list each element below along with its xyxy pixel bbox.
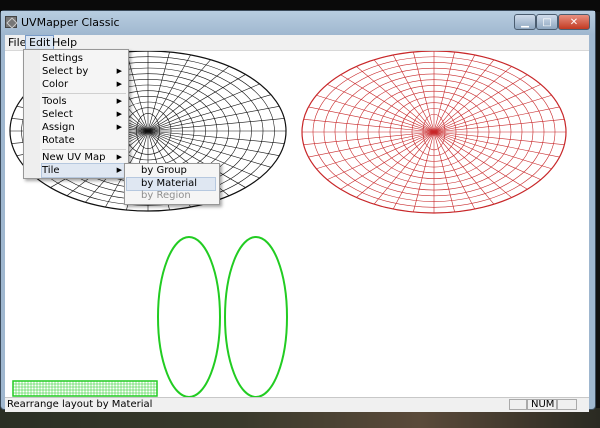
menu-item-label: Settings <box>42 53 84 64</box>
menu-item-label: Assign <box>42 122 75 133</box>
mesh-spoke <box>373 131 435 205</box>
submenu-arrow-icon: ▶ <box>116 97 122 105</box>
menu-item-tools[interactable]: Tools ▶ <box>42 95 126 108</box>
mesh-spoke <box>327 131 435 180</box>
num-lock-indicator: NUM <box>527 399 557 410</box>
status-cell <box>509 399 527 410</box>
submenu-item-by-group[interactable]: by Group <box>141 165 217 177</box>
maximize-button[interactable]: □ <box>536 14 558 30</box>
mesh-spoke <box>433 54 476 133</box>
mesh-spoke <box>433 66 512 133</box>
mesh-spoke <box>147 74 246 132</box>
mesh-spoke <box>433 84 541 133</box>
minimize-button[interactable]: ▁ <box>514 14 536 30</box>
mesh-spoke <box>433 131 528 190</box>
app-icon[interactable] <box>5 16 17 28</box>
mesh-spoke <box>433 131 512 198</box>
minimize-icon: ▁ <box>521 16 529 28</box>
menu-item-label: Color <box>42 79 69 90</box>
mesh-spoke <box>433 59 495 133</box>
status-text: Rearrange layout by Material <box>7 399 153 410</box>
mesh-spoke <box>327 84 435 133</box>
menu-item-label: Select by <box>42 66 89 77</box>
submenu-item-by-region: by Region <box>141 190 191 201</box>
menu-item-label: New UV Map <box>42 152 106 163</box>
menu-item-label: Tools <box>42 96 67 107</box>
menu-item-select[interactable]: Select ▶ <box>42 108 126 121</box>
maximize-icon: □ <box>542 16 552 28</box>
submenu-arrow-icon: ▶ <box>116 110 122 118</box>
mesh-spoke <box>147 83 260 132</box>
green-ellipse <box>157 236 221 397</box>
window-title: UVMapper Classic <box>21 16 120 29</box>
mesh-spoke <box>433 131 495 205</box>
status-bar: Rearrange layout by Material NUM <box>5 397 589 412</box>
mesh-spoke <box>433 131 541 180</box>
mesh-spoke <box>433 74 528 133</box>
menu-item-new-uv-map[interactable]: New UV Map ▶ <box>42 151 126 164</box>
mesh-spoke <box>392 131 435 210</box>
menu-item-label: Rotate <box>42 135 75 146</box>
menu-help[interactable]: Help <box>49 35 80 50</box>
mesh-spoke <box>356 66 435 133</box>
mesh-spoke <box>340 74 435 133</box>
title-bar[interactable]: UVMapper Classic ▁ □ ✕ <box>1 11 595 35</box>
edit-menu-dropdown: Settings Select by ▶ Color ▶ Tools ▶ Select… <box>23 49 129 179</box>
mesh-spoke <box>147 54 191 132</box>
mesh-spoke <box>340 131 435 190</box>
menu-item-settings[interactable]: Settings <box>42 52 126 65</box>
menu-item-label: Tile <box>42 165 60 176</box>
menu-item-color[interactable]: Color ▶ <box>42 78 126 91</box>
green-uv-shapes <box>12 236 288 397</box>
menu-item-tile[interactable]: Tile ▶ <box>41 163 127 178</box>
close-button[interactable]: ✕ <box>558 14 590 30</box>
menu-separator <box>42 93 126 94</box>
menu-item-rotate[interactable]: Rotate <box>42 134 126 147</box>
submenu-arrow-icon: ▶ <box>116 80 122 88</box>
menu-icon-strip <box>24 50 40 178</box>
menu-item-assign[interactable]: Assign ▶ <box>42 121 126 134</box>
mesh-spoke <box>147 59 211 132</box>
submenu-arrow-icon: ▶ <box>116 67 122 75</box>
mesh-spoke <box>356 131 435 198</box>
submenu-arrow-icon: ▶ <box>116 166 122 174</box>
mesh-spoke <box>392 54 435 133</box>
mesh-spoke <box>147 66 230 132</box>
menu-item-label: Select <box>42 109 73 120</box>
submenu-item-by-material[interactable]: by Material <box>126 177 216 191</box>
menu-item-select-by[interactable]: Select by ▶ <box>42 65 126 78</box>
close-icon: ✕ <box>569 16 579 28</box>
submenu-arrow-icon: ▶ <box>116 153 122 161</box>
resize-grip[interactable] <box>557 399 577 410</box>
green-ellipse <box>224 236 288 397</box>
tile-submenu: by Group by Material by Region <box>124 163 220 205</box>
mesh-spoke <box>433 131 476 210</box>
mesh-spoke <box>373 59 435 133</box>
submenu-arrow-icon: ▶ <box>116 123 122 131</box>
menu-separator <box>42 149 126 150</box>
red-uv-mesh <box>301 51 567 214</box>
